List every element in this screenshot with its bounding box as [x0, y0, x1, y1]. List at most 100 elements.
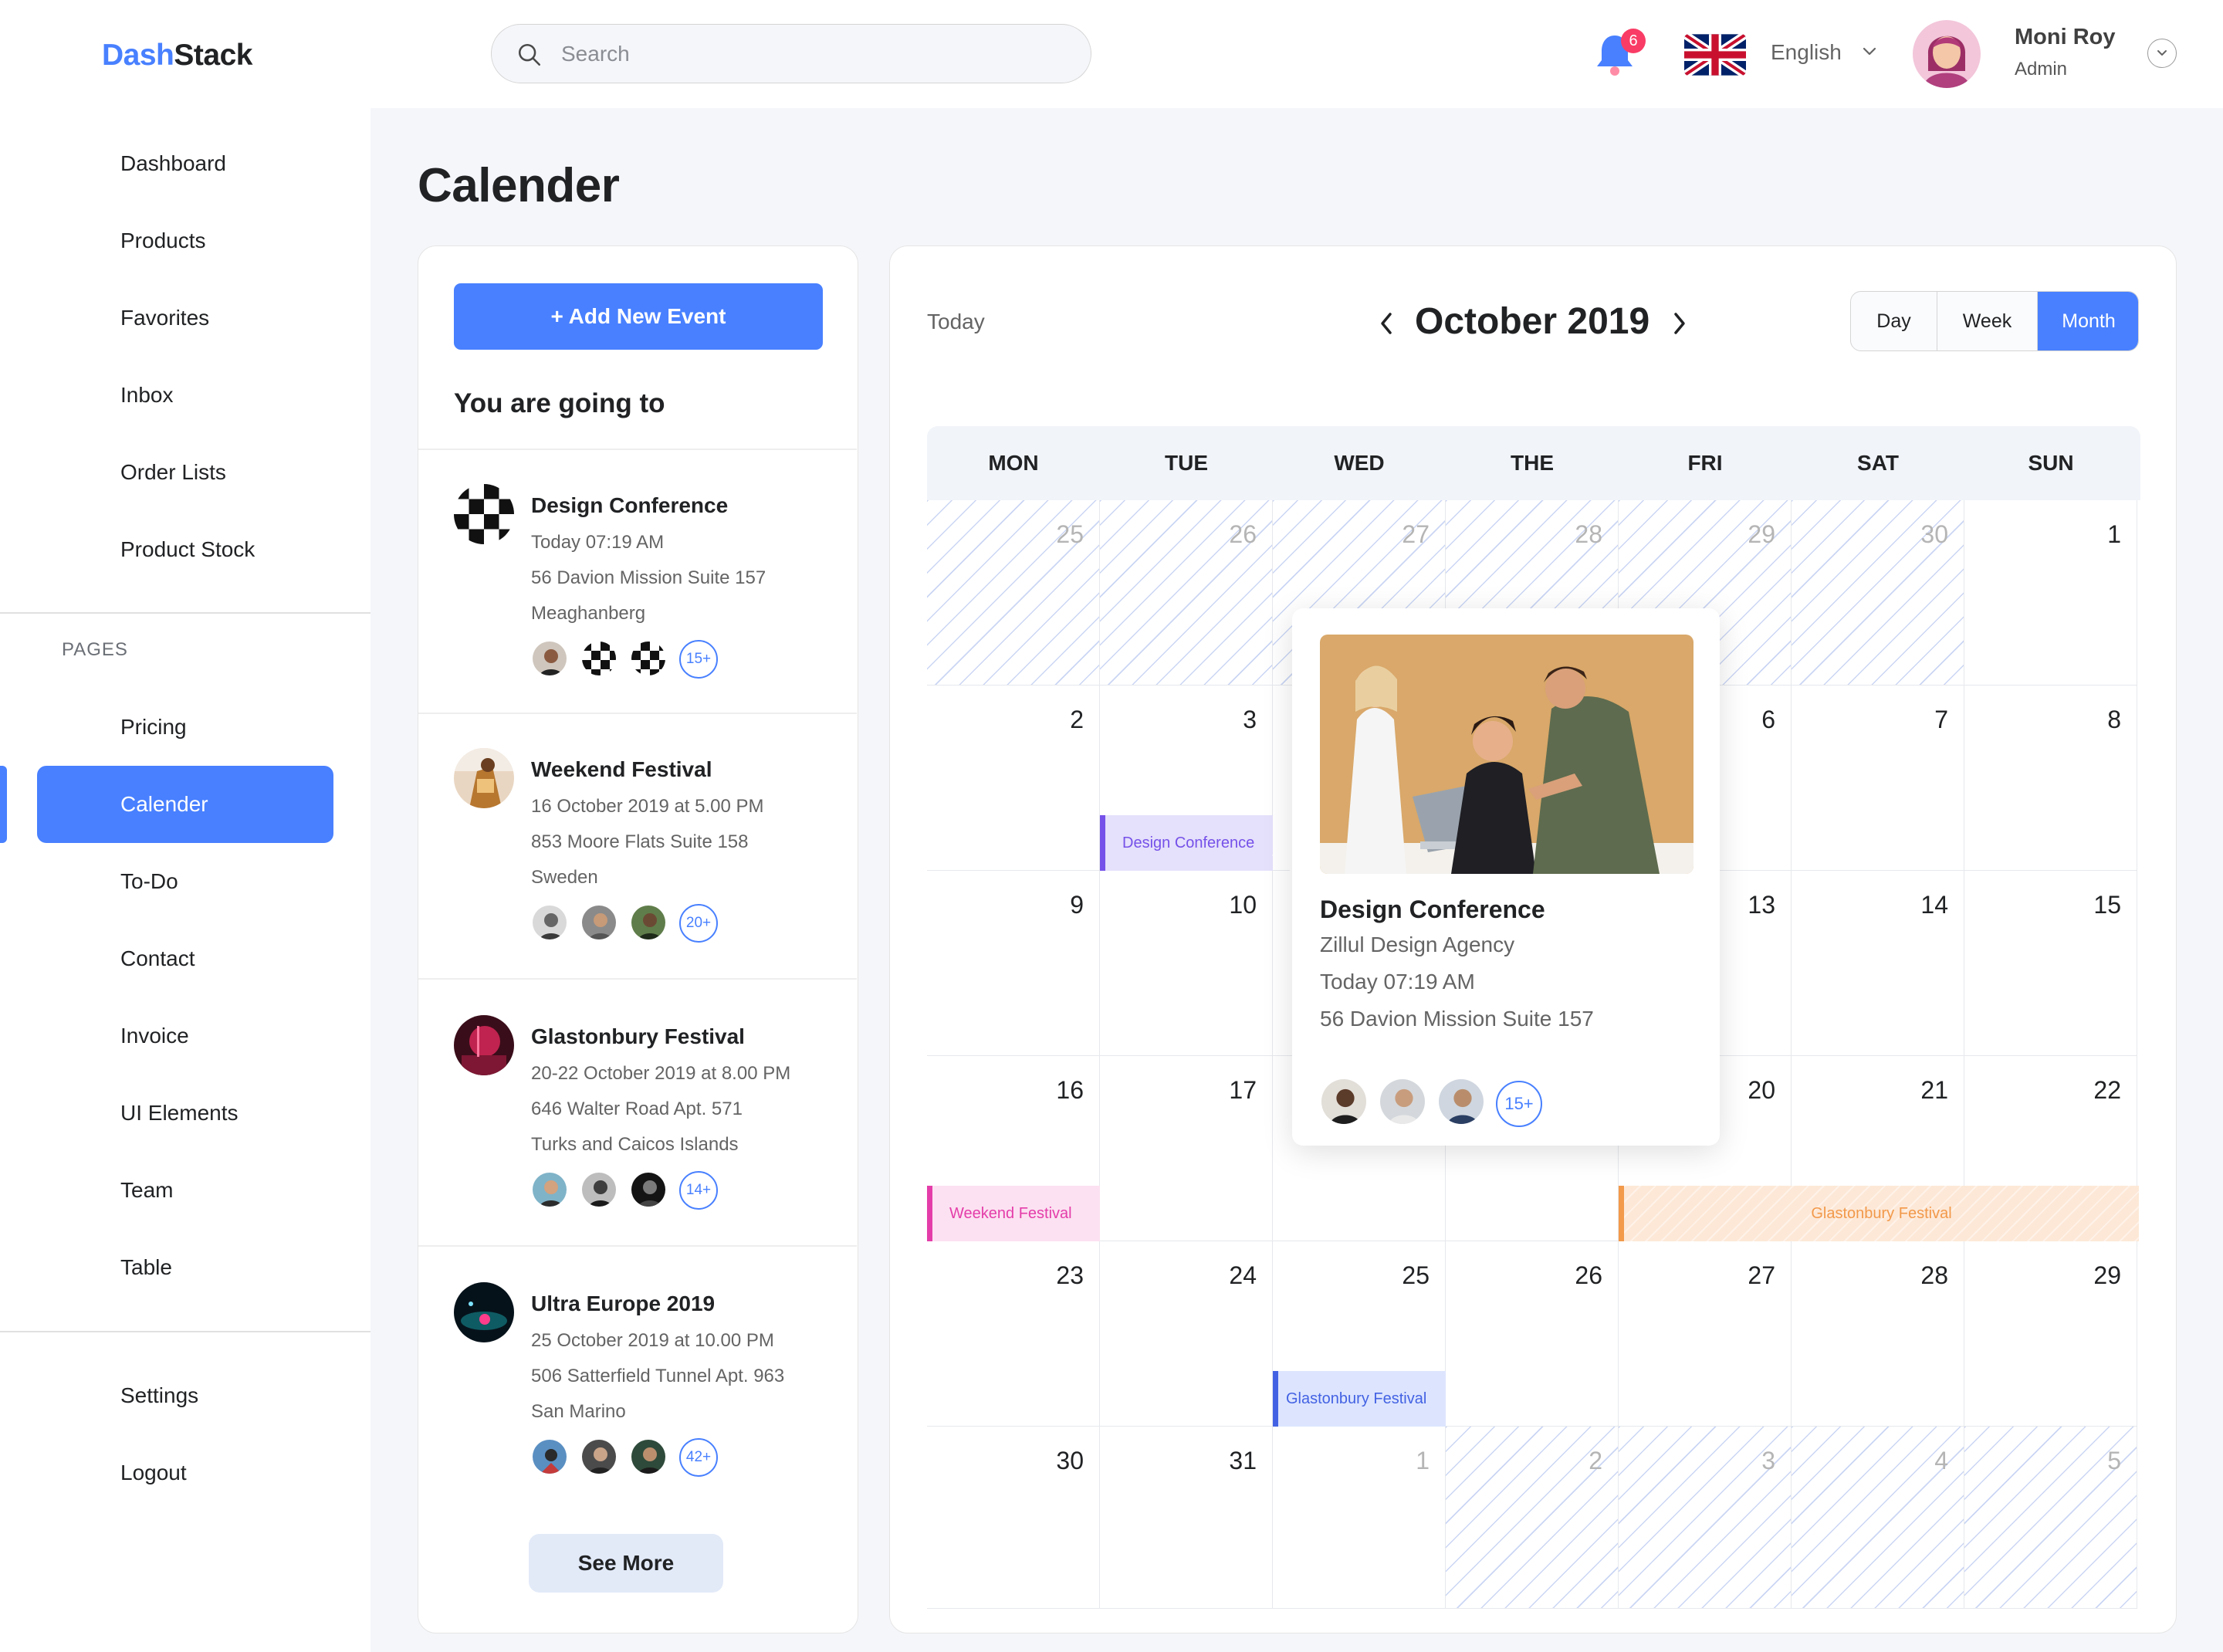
view-day-button[interactable]: Day	[1851, 292, 1937, 350]
event-title: Design Conference	[531, 493, 729, 517]
sidebar-item-product-stock[interactable]: Product Stock	[37, 511, 333, 588]
calendar-day[interactable]: 10	[1100, 871, 1273, 1056]
calendar-day[interactable]: 1	[1964, 500, 2137, 686]
weekday-label: MON	[988, 451, 1039, 475]
brand-logo[interactable]: DashStack	[102, 39, 252, 73]
divider	[418, 1245, 857, 1247]
weekday-label: FRI	[1687, 451, 1723, 475]
user-role: Admin	[2015, 59, 2068, 80]
language-select[interactable]: English	[1771, 40, 1842, 65]
events-heading: You are going to	[454, 388, 665, 418]
calendar-event-bar[interactable]: Weekend Festival	[927, 1186, 1100, 1241]
see-more-button[interactable]: See More	[529, 1534, 723, 1593]
sidebar-item-label: Table	[120, 1255, 172, 1279]
calendar-event-bar[interactable]: Design Conference	[1100, 815, 1273, 871]
view-month-button[interactable]: Month	[2038, 292, 2138, 350]
day-number: 22	[2093, 1076, 2121, 1104]
view-week-button[interactable]: Week	[1937, 292, 2038, 350]
calendar-day[interactable]: 1	[1273, 1427, 1446, 1609]
calendar-day[interactable]: 8	[1964, 686, 2137, 871]
weekday-label: TUE	[1165, 451, 1208, 475]
day-number: 26	[1229, 520, 1257, 548]
weekday-label: WED	[1334, 451, 1385, 475]
calendar-day[interactable]: 4	[1792, 1427, 1964, 1609]
calendar-day[interactable]: 28	[1792, 1241, 1964, 1427]
event-address: 646 Walter Road Apt. 571	[531, 1099, 743, 1119]
sidebar-item-invoice[interactable]: Invoice	[37, 997, 333, 1075]
event-title: Ultra Europe 2019	[531, 1291, 716, 1315]
calendar-day[interactable]: 14	[1792, 871, 1964, 1056]
more-attendees-badge[interactable]: 20+	[679, 904, 718, 943]
more-attendees-badge[interactable]: 14+	[679, 1171, 718, 1210]
day-number: 9	[1070, 891, 1084, 919]
calendar-day[interactable]: 9	[927, 871, 1100, 1056]
sidebar-item-settings[interactable]: Settings	[37, 1357, 333, 1434]
calendar-day[interactable]: 2	[1446, 1427, 1619, 1609]
event-list-item[interactable]: Ultra Europe 2019 25 October 2019 at 10.…	[418, 1248, 857, 1511]
attendee-avatar	[531, 640, 568, 677]
calendar-day[interactable]: 30	[1792, 500, 1964, 686]
attendee-avatar	[1437, 1078, 1485, 1126]
calendar-day[interactable]: 3	[1619, 1427, 1792, 1609]
event-time: 20-22 October 2019 at 8.00 PM	[531, 1063, 791, 1084]
event-list-item[interactable]: Design Conference Today 07:19 AM 56 Davi…	[418, 450, 857, 713]
calendar-day[interactable]: 15	[1964, 871, 2137, 1056]
more-attendees-badge[interactable]: 42+	[679, 1438, 718, 1477]
sidebar-item-contact[interactable]: Contact	[37, 920, 333, 997]
calendar-day[interactable]: 2	[927, 686, 1100, 871]
sidebar-item-label: Invoice	[120, 1024, 189, 1048]
event-address: 506 Satterfield Tunnel Apt. 963	[531, 1366, 785, 1386]
event-list-item[interactable]: Weekend Festival 16 October 2019 at 5.00…	[418, 714, 857, 977]
sidebar-item-pricing[interactable]: Pricing	[37, 689, 333, 766]
sidebar-item-label: To-Do	[120, 869, 178, 893]
event-list-item[interactable]: Glastonbury Festival 20-22 October 2019 …	[418, 981, 857, 1244]
day-number: 8	[2107, 706, 2121, 733]
today-button[interactable]: Today	[927, 310, 985, 334]
sidebar-item-ui-elements[interactable]: UI Elements	[37, 1075, 333, 1152]
calendar-day[interactable]: 26	[1100, 500, 1273, 686]
day-number: 28	[1575, 520, 1602, 548]
sidebar-item-todo[interactable]: To-Do	[37, 843, 333, 920]
page-title: Calender	[418, 159, 620, 212]
more-attendees-badge[interactable]: 15+	[679, 640, 718, 679]
calendar-day[interactable]: 25	[927, 500, 1100, 686]
calendar-event-bar[interactable]: Glastonbury Festival	[1273, 1371, 1446, 1427]
calendar-day[interactable]: 26	[1446, 1241, 1619, 1427]
calendar-day[interactable]: 29	[1964, 1241, 2137, 1427]
attendee-avatar	[580, 1171, 618, 1208]
chevron-down-icon[interactable]	[1860, 45, 1879, 59]
sidebar-item-order-lists[interactable]: Order Lists	[37, 434, 333, 511]
calendar-day[interactable]: 5	[1964, 1427, 2137, 1609]
calendar-day[interactable]: 7	[1792, 686, 1964, 871]
chevron-right-icon[interactable]	[1670, 308, 1690, 339]
sidebar-item-label: Order Lists	[120, 460, 226, 484]
event-detail-popup[interactable]: Design Conference Zillul Design Agency T…	[1292, 608, 1720, 1146]
add-new-event-button[interactable]: + Add New Event	[454, 283, 823, 350]
sidebar-item-calender[interactable]: Calender	[37, 766, 333, 843]
avatar[interactable]	[1913, 20, 1981, 88]
profile-menu-button[interactable]	[2147, 39, 2177, 68]
calendar-day[interactable]: 23	[927, 1241, 1100, 1427]
sidebar-item-dashboard[interactable]: Dashboard	[37, 125, 333, 202]
sidebar-item-inbox[interactable]: Inbox	[37, 357, 333, 434]
sidebar-item-table[interactable]: Table	[37, 1229, 333, 1306]
sidebar-item-products[interactable]: Products	[37, 202, 333, 279]
sidebar-item-logout[interactable]: Logout	[37, 1434, 333, 1512]
chevron-left-icon[interactable]	[1376, 308, 1396, 339]
calendar-day[interactable]: 24	[1100, 1241, 1273, 1427]
calendar-event-bar[interactable]: Glastonbury Festival	[1619, 1186, 2139, 1241]
calendar-day[interactable]: 31	[1100, 1427, 1273, 1609]
more-attendees-badge[interactable]: 15+	[1496, 1081, 1542, 1127]
uk-flag-icon[interactable]	[1684, 34, 1746, 76]
calendar-day[interactable]: 30	[927, 1427, 1100, 1609]
popup-title: Design Conference	[1320, 895, 1545, 923]
search-icon	[518, 43, 541, 66]
sidebar-item-label: Settings	[120, 1383, 199, 1407]
calendar-day[interactable]: 27	[1619, 1241, 1792, 1427]
calendar-day[interactable]: 17	[1100, 1056, 1273, 1241]
sidebar-item-favorites[interactable]: Favorites	[37, 279, 333, 357]
search-input[interactable]: Search	[491, 24, 1091, 83]
attendee-avatar	[580, 904, 618, 941]
attendee-avatar	[580, 1438, 618, 1475]
sidebar-item-team[interactable]: Team	[37, 1152, 333, 1229]
